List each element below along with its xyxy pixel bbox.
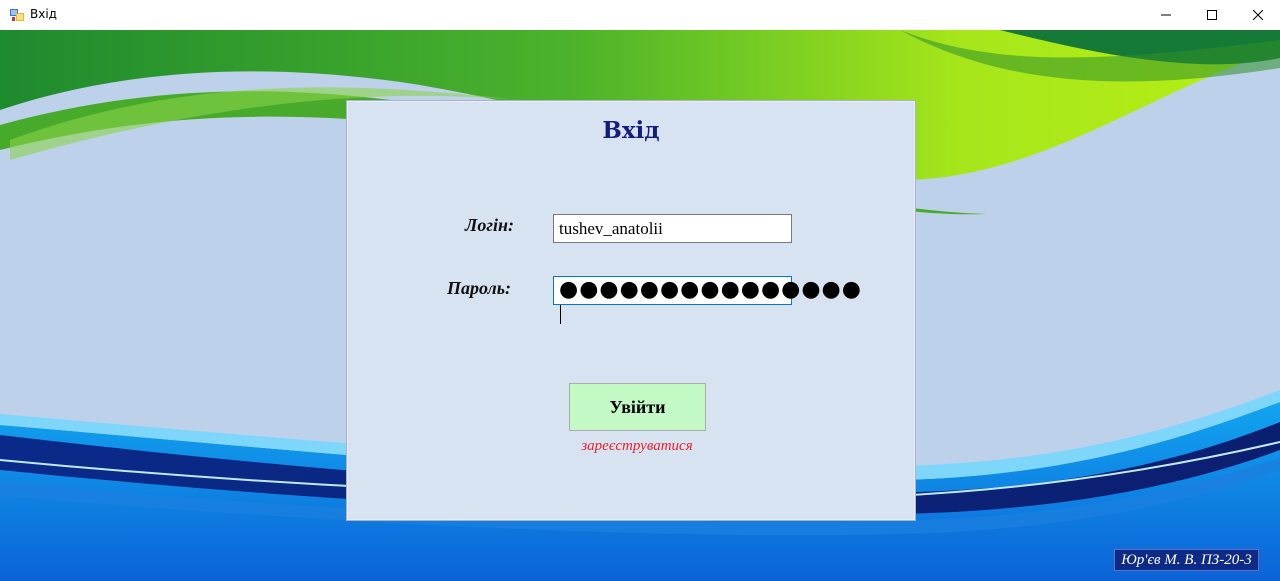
minimize-button[interactable]: [1143, 0, 1189, 30]
form-title: Вхід: [602, 117, 660, 144]
register-link[interactable]: зареєструватися: [347, 438, 927, 455]
login-input-value: tushev_anatolii: [559, 219, 663, 238]
window-titlebar: Вхід: [0, 0, 1280, 30]
app-icon: [10, 9, 24, 21]
maximize-icon: [1207, 10, 1217, 20]
login-label: Логін:: [465, 215, 514, 235]
password-label: Пароль:: [447, 278, 512, 298]
maximize-button[interactable]: [1189, 0, 1235, 30]
enter-button[interactable]: Увійти: [569, 383, 706, 431]
text-caret: [560, 305, 561, 324]
close-icon: [1253, 10, 1263, 20]
password-input[interactable]: ●●●●●●●●●●●●●●●: [553, 276, 861, 324]
login-panel: Вхід Логін: tushev_anatolii Пароль: ●●●●…: [346, 100, 916, 521]
login-input[interactable]: tushev_anatolii: [553, 214, 792, 243]
window-title: Вхід: [30, 7, 57, 21]
minimize-icon: [1161, 14, 1171, 16]
author-label: Юр'єв М. В. ПЗ-20-3: [1114, 549, 1259, 571]
close-button[interactable]: [1235, 0, 1280, 30]
password-input-value: ●●●●●●●●●●●●●●●: [559, 277, 862, 302]
